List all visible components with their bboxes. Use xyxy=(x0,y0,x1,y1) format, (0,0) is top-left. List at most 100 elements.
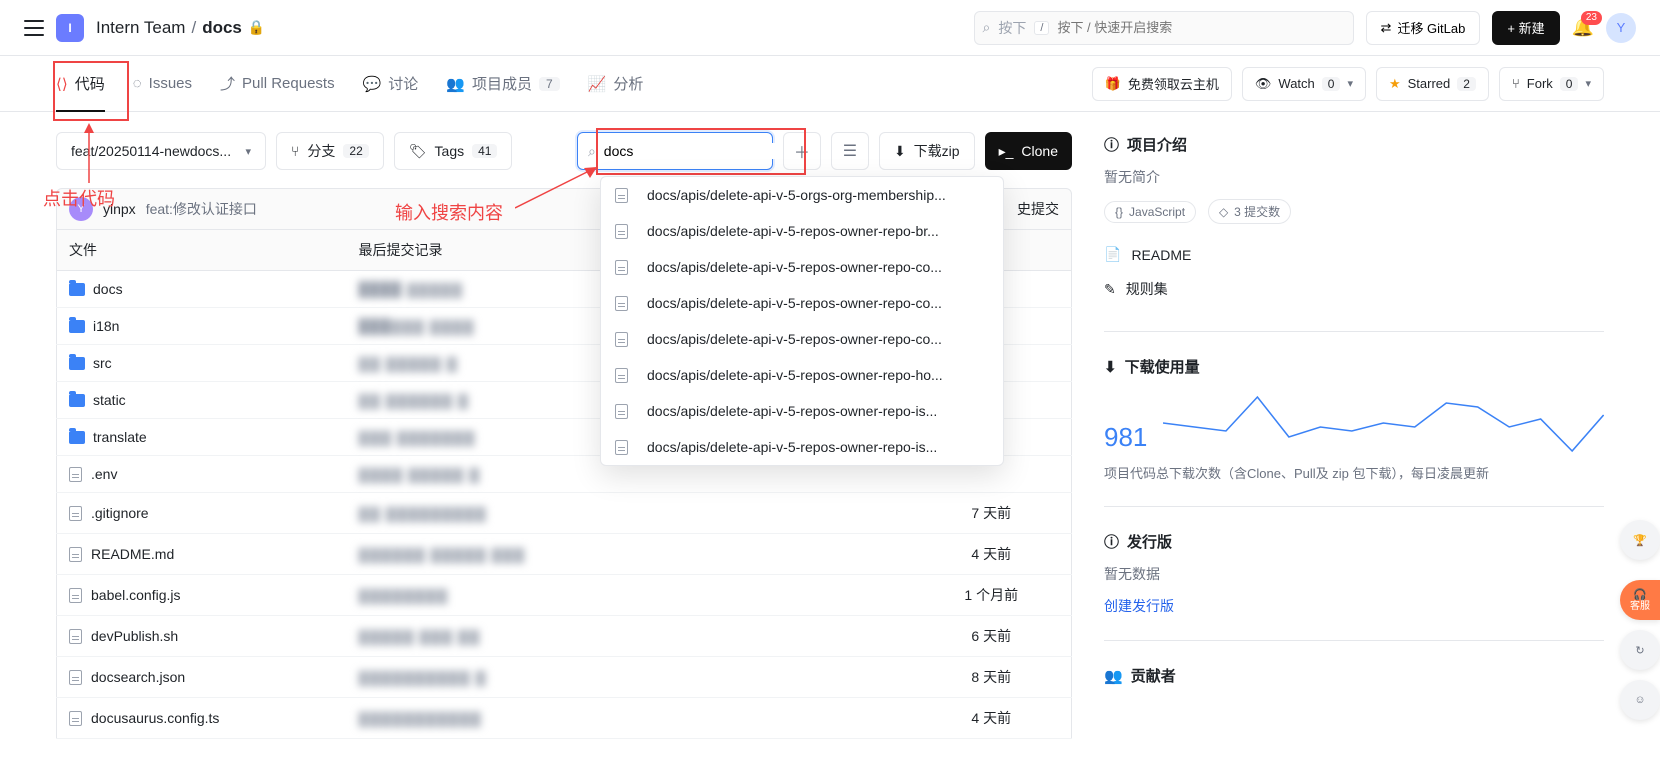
suggestion-item[interactable]: docs/apis/delete-api-v-5-repos-owner-rep… xyxy=(601,321,1003,357)
float-service[interactable]: 🎧 客服 xyxy=(1620,580,1660,620)
suggestion-item[interactable]: docs/apis/delete-api-v-5-repos-owner-rep… xyxy=(601,393,1003,429)
commit-msg-blurred: ▓▓▓▓▓▓▓▓ xyxy=(359,587,449,603)
rules-link[interactable]: ✎ 规则集 xyxy=(1104,271,1604,307)
file-time: 8 天前 xyxy=(912,657,1072,698)
suggestion-item[interactable]: docs/apis/delete-api-v-5-repos-owner-rep… xyxy=(601,357,1003,393)
suggestion-item[interactable]: docs/apis/delete-api-v-5-repos-owner-rep… xyxy=(601,249,1003,285)
table-row[interactable]: README.md▓▓▓▓▓▓ ▓▓▓▓▓ ▓▓▓4 天前 xyxy=(57,534,1072,575)
commit-icon: ◇ xyxy=(1219,205,1228,219)
downloads-sparkline xyxy=(1163,393,1604,453)
headset-icon: 🎧 xyxy=(1633,588,1647,601)
migrate-gitlab-button[interactable]: ⇄ 迁移 GitLab xyxy=(1366,11,1481,45)
tab-code[interactable]: ⟨⟩ 代码 xyxy=(56,56,105,112)
table-row[interactable]: babel.config.js▓▓▓▓▓▓▓▓1 个月前 xyxy=(57,575,1072,616)
float-trophy[interactable]: 🏆 xyxy=(1620,520,1660,560)
file-icon xyxy=(69,467,82,482)
menu-toggle[interactable] xyxy=(24,20,44,36)
folder-icon xyxy=(69,431,85,444)
team-name[interactable]: Intern Team xyxy=(96,18,185,38)
branch-selector[interactable]: feat/20250114-newdocs... ▾ xyxy=(56,132,266,170)
notifications-button[interactable]: 🔔 23 xyxy=(1572,17,1594,38)
layout-button[interactable]: ☰ xyxy=(831,132,869,170)
commit-msg-blurred: ▓▓ ▓▓▓▓▓▓ ▓ xyxy=(359,392,470,408)
suggestion-item[interactable]: docs/apis/delete-api-v-5-repos-owner-rep… xyxy=(601,213,1003,249)
discuss-icon: 💬 xyxy=(363,75,382,93)
tab-issues[interactable]: ◌ Issues xyxy=(133,56,192,112)
chip-commits[interactable]: ◇ 3 提交数 xyxy=(1208,199,1291,224)
file-search[interactable]: ⌕ xyxy=(577,132,773,170)
free-host-button[interactable]: 🎁 免费领取云主机 xyxy=(1092,67,1232,101)
history-link[interactable]: 史提交 xyxy=(1017,199,1059,219)
table-row[interactable]: devPublish.sh▓▓▓▓▓ ▓▓▓ ▓▓6 天前 xyxy=(57,616,1072,657)
branches-button[interactable]: ⑂ 分支 22 xyxy=(276,132,384,170)
download-zip-button[interactable]: ⬇ 下载zip xyxy=(879,132,975,170)
file-icon xyxy=(615,224,628,239)
lang-icon: {} xyxy=(1115,205,1123,219)
issues-icon: ◌ xyxy=(133,75,142,92)
commit-msg-blurred: ███▓▓▓ ▓▓▓▓ xyxy=(359,318,475,334)
global-search-input[interactable] xyxy=(1057,20,1344,35)
commit-message: feat:修改认证接口 xyxy=(146,199,257,219)
gift-icon: 🎁 xyxy=(1105,76,1121,92)
new-button[interactable]: + 新建 xyxy=(1492,11,1559,45)
tags-count: 41 xyxy=(472,144,497,158)
readme-link[interactable]: 📄 README xyxy=(1104,238,1604,271)
members-icon: 👥 xyxy=(446,75,465,93)
downloads-caption: 项目代码总下载次数（含Clone、Pull及 zip 包下载），每日凌晨更新 xyxy=(1104,463,1604,482)
breadcrumb: Intern Team / docs 🔒 xyxy=(96,18,265,38)
tags-button[interactable]: 🏷 Tags 41 xyxy=(394,132,513,170)
refresh-icon: ↻ xyxy=(1635,644,1644,657)
suggestion-item[interactable]: docs/apis/delete-api-v-5-repos-owner-rep… xyxy=(601,429,1003,465)
fork-icon: ⑂ xyxy=(1512,76,1520,91)
terminal-icon: ▸_ xyxy=(999,143,1014,160)
info-icon: ⓘ xyxy=(1104,134,1119,155)
file-icon xyxy=(69,588,82,603)
trophy-icon: 🏆 xyxy=(1633,534,1647,547)
fork-button[interactable]: ⑂ Fork 0 ▾ xyxy=(1499,67,1604,101)
float-refresh[interactable]: ↻ xyxy=(1620,630,1660,670)
notifications-count: 23 xyxy=(1581,11,1602,25)
add-file-button[interactable]: ＋ xyxy=(783,132,821,170)
members-count: 7 xyxy=(539,77,560,91)
chip-language[interactable]: {} JavaScript xyxy=(1104,201,1196,223)
user-avatar[interactable]: Y xyxy=(1606,13,1636,43)
clone-button[interactable]: ▸_ Clone xyxy=(985,132,1072,170)
file-icon xyxy=(615,404,628,419)
star-button[interactable]: ★ Starred 2 xyxy=(1376,67,1489,101)
tab-analytics[interactable]: 📈 分析 xyxy=(588,56,644,112)
suggestion-item[interactable]: docs/apis/delete-api-v-5-repos-owner-rep… xyxy=(601,285,1003,321)
search-icon: ⌕ xyxy=(983,19,991,36)
migrate-icon: ⇄ xyxy=(1381,20,1392,36)
repo-name[interactable]: docs xyxy=(202,18,242,38)
table-row[interactable]: .gitignore▓▓ ▓▓▓▓▓▓▓▓▓7 天前 xyxy=(57,493,1072,534)
team-badge[interactable]: I xyxy=(56,14,84,42)
file-icon xyxy=(615,368,628,383)
global-search[interactable]: ⌕ 按下 / xyxy=(974,11,1354,45)
commit-msg-blurred: ████ ▓▓▓▓▓ xyxy=(359,281,464,297)
create-release-link[interactable]: 创建发行版 xyxy=(1104,596,1604,616)
file-icon: 📄 xyxy=(1104,246,1121,263)
table-row[interactable]: docsearch.json▓▓▓▓▓▓▓▓▓▓ ▓8 天前 xyxy=(57,657,1072,698)
layout-icon: ☰ xyxy=(843,141,857,161)
table-row[interactable]: docusaurus.config.ts▓▓▓▓▓▓▓▓▓▓▓4 天前 xyxy=(57,698,1072,739)
tab-discussions[interactable]: 💬 讨论 xyxy=(363,56,419,112)
commit-msg-blurred: ▓▓ ▓▓▓▓▓ ▓ xyxy=(359,355,458,371)
file-search-input[interactable] xyxy=(604,143,785,159)
suggestion-item[interactable]: docs/apis/delete-api-v-5-orgs-org-member… xyxy=(601,177,1003,213)
file-icon xyxy=(69,506,82,521)
tab-pull-requests[interactable]: ⤴ Pull Requests xyxy=(220,56,335,112)
chevron-down-icon: ▾ xyxy=(245,145,251,158)
chevron-down-icon: ▾ xyxy=(1585,77,1591,90)
branch-icon: ⑂ xyxy=(291,143,299,159)
file-icon xyxy=(615,296,628,311)
folder-icon xyxy=(69,357,85,370)
tab-members[interactable]: 👥 项目成员 7 xyxy=(446,56,559,112)
release-icon: ⓘ xyxy=(1104,531,1119,552)
watch-button[interactable]: 👁 Watch 0 ▾ xyxy=(1242,67,1366,101)
file-icon xyxy=(69,629,82,644)
eye-icon: 👁 xyxy=(1255,76,1272,92)
contributors-icon: 👥 xyxy=(1104,667,1123,685)
float-feedback[interactable]: ☺ xyxy=(1620,680,1660,720)
file-time: 4 天前 xyxy=(912,698,1072,739)
search-icon: ⌕ xyxy=(588,143,596,160)
